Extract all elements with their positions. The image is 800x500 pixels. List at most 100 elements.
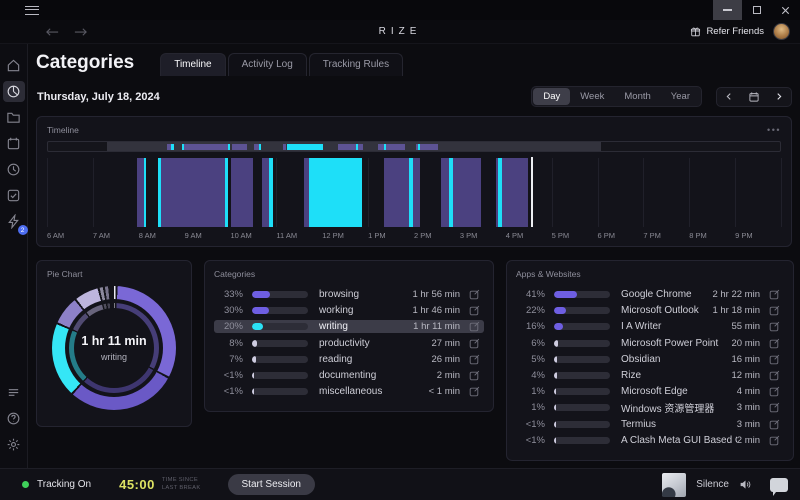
row-edit-button[interactable]: [769, 321, 780, 332]
sidebar-item-calendar[interactable]: [3, 133, 25, 154]
date-label: Thursday, July 18, 2024: [37, 91, 160, 103]
folder-icon: [6, 110, 21, 125]
edit-icon: [769, 402, 780, 413]
sidebar-item-tasks[interactable]: [3, 185, 25, 206]
row-time: 1 hr 18 min: [712, 305, 760, 316]
app-row[interactable]: 16%I A Writer55 min: [516, 320, 784, 333]
app-row[interactable]: <1%A Clash Meta GUI Based On Ta...2 min: [516, 434, 784, 447]
range-toggle: DayWeekMonthYear: [531, 86, 702, 107]
category-row[interactable]: <1%miscellaneous< 1 min: [214, 385, 484, 398]
chevron-right-icon: [774, 91, 784, 102]
hour-label: 9 AM: [185, 231, 202, 240]
row-edit-button[interactable]: [469, 305, 480, 316]
break-timer: 45:00: [119, 477, 155, 492]
close-button[interactable]: [771, 0, 800, 20]
sidebar-item-history[interactable]: [3, 159, 25, 180]
chat-bubble-button[interactable]: [770, 478, 788, 492]
tab-timeline[interactable]: Timeline: [160, 53, 225, 76]
row-bar-track: [554, 421, 610, 428]
app-row[interactable]: 22%Microsoft Outlook1 hr 18 min: [516, 304, 784, 317]
row-edit-button[interactable]: [769, 419, 780, 430]
app-row[interactable]: <1%Termius3 min: [516, 418, 784, 431]
menu-icon[interactable]: [25, 6, 39, 15]
row-edit-button[interactable]: [769, 289, 780, 300]
row-edit-button[interactable]: [469, 321, 480, 332]
sidebar-item-categories[interactable]: [3, 81, 25, 102]
notification-badge: 2: [18, 225, 28, 235]
row-edit-button[interactable]: [769, 305, 780, 316]
timeline-header: Timeline •••: [47, 125, 781, 135]
refer-friends-button[interactable]: Refer Friends: [690, 26, 764, 38]
sidebar-item-help[interactable]: [3, 408, 25, 429]
apps-rows: 41%Google Chrome2 hr 22 min 22%Microsoft …: [516, 288, 784, 447]
row-edit-button[interactable]: [769, 354, 780, 365]
timeline-title: Timeline: [47, 125, 79, 135]
row-percent: <1%: [520, 419, 545, 430]
row-bar-track: [554, 323, 610, 330]
gridline: [276, 158, 277, 227]
app-row[interactable]: 41%Google Chrome2 hr 22 min: [516, 288, 784, 301]
category-row[interactable]: <1%documenting2 min: [214, 369, 484, 382]
category-row[interactable]: 33%browsing1 hr 56 min: [214, 288, 484, 301]
maximize-icon: [753, 6, 761, 14]
row-name: Windows 资源管理器: [621, 400, 737, 415]
brush-segment: [232, 144, 247, 150]
category-row[interactable]: 7%reading26 min: [214, 353, 484, 366]
user-avatar[interactable]: [773, 23, 790, 40]
minimize-button[interactable]: [713, 0, 742, 20]
brush-segment: [287, 144, 323, 150]
timeline-brush[interactable]: [47, 141, 781, 152]
timeline-segment: [384, 158, 409, 227]
sidebar-item-home[interactable]: [3, 55, 25, 76]
app-row[interactable]: 5%Obsidian16 min: [516, 353, 784, 366]
start-session-button[interactable]: Start Session: [228, 474, 315, 495]
app-row[interactable]: 4%Rize12 min: [516, 369, 784, 382]
now-playing-label: Silence: [696, 479, 729, 490]
range-day[interactable]: Day: [533, 88, 570, 105]
range-month[interactable]: Month: [614, 88, 660, 105]
help-icon: [6, 411, 21, 426]
pie-icon: [6, 84, 21, 99]
statusbar-right: Silence: [662, 473, 788, 497]
row-edit-button[interactable]: [769, 386, 780, 397]
app-row[interactable]: 1%Windows 资源管理器3 min: [516, 401, 784, 414]
tab-tracking-rules[interactable]: Tracking Rules: [309, 53, 403, 76]
row-edit-button[interactable]: [769, 338, 780, 349]
calendar-picker-button[interactable]: [741, 88, 767, 106]
speaker-icon[interactable]: [739, 478, 752, 491]
prev-day-button[interactable]: [717, 88, 741, 105]
row-edit-button[interactable]: [769, 435, 780, 446]
app-row[interactable]: 1%Microsoft Edge4 min: [516, 385, 784, 398]
next-day-button[interactable]: [767, 88, 791, 105]
tab-activity-log[interactable]: Activity Log: [228, 53, 307, 76]
timeline-menu-button[interactable]: •••: [767, 125, 781, 135]
back-icon[interactable]: [45, 26, 60, 38]
row-edit-button[interactable]: [469, 338, 480, 349]
hour-label: 5 PM: [552, 231, 570, 240]
category-row[interactable]: 8%productivity27 min: [214, 337, 484, 350]
forward-icon[interactable]: [73, 26, 88, 38]
edit-icon: [769, 321, 780, 332]
range-week[interactable]: Week: [570, 88, 614, 105]
category-row[interactable]: 20%writing1 hr 11 min: [214, 320, 484, 333]
row-time: 1 hr 56 min: [412, 289, 460, 300]
timeline-chart[interactable]: [47, 158, 781, 227]
sidebar-item-projects[interactable]: [3, 107, 25, 128]
row-edit-button[interactable]: [769, 370, 780, 381]
category-row[interactable]: 30%working1 hr 46 min: [214, 304, 484, 317]
gear-icon: [6, 437, 21, 452]
row-edit-button[interactable]: [469, 354, 480, 365]
row-edit-button[interactable]: [469, 386, 480, 397]
sidebar-item-activity-log[interactable]: [3, 382, 25, 403]
row-edit-button[interactable]: [469, 370, 480, 381]
timeline-segment: [137, 158, 144, 227]
sidebar-item-notifications[interactable]: 2: [3, 211, 25, 232]
range-year[interactable]: Year: [661, 88, 700, 105]
maximize-button[interactable]: [742, 0, 771, 20]
donut-chart[interactable]: 1 hr 11 min writing: [52, 286, 176, 410]
app-row[interactable]: 6%Microsoft Power Point20 min: [516, 337, 784, 350]
sidebar-item-settings[interactable]: [3, 434, 25, 455]
row-edit-button[interactable]: [769, 402, 780, 413]
row-edit-button[interactable]: [469, 289, 480, 300]
pie-chart-panel: Pie Chart 1 hr 11 min writing: [36, 260, 192, 427]
